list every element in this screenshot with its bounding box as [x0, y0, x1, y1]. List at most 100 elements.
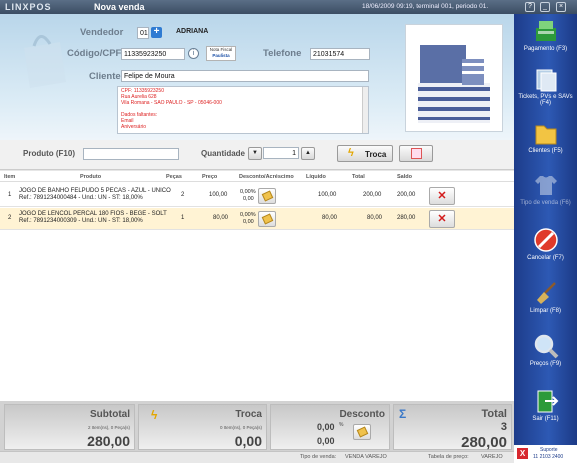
- info-icon[interactable]: i: [188, 48, 199, 59]
- tabela-preco-label: Tabela de preço:: [428, 454, 469, 460]
- vendedor-field[interactable]: 01: [137, 27, 149, 39]
- edit-discount-button[interactable]: [258, 211, 276, 227]
- desconto-pct: 0,00%: [240, 189, 256, 195]
- limpar-button[interactable]: Limpar (F8): [514, 280, 577, 314]
- pencil-icon: [261, 213, 274, 225]
- col-produto: Produto: [80, 174, 102, 180]
- pagamento-button[interactable]: Pagamento (F3): [514, 18, 577, 52]
- cancel-icon: [533, 228, 558, 252]
- preco-value: 80,00: [213, 215, 229, 221]
- subtotal-label: Subtotal: [90, 409, 130, 420]
- preco-value: 100,00: [209, 192, 228, 198]
- totals-panel: Subtotal 2 Item(ns), 0 Peça(s) 280,00 ϟ …: [0, 401, 514, 451]
- product-name: JOGO DE BANHO FELPUDO 5 PECAS - AZUL - U…: [19, 188, 171, 194]
- x-icon: ✕: [437, 190, 447, 202]
- product-photo: [405, 24, 503, 132]
- window-title: Nova venda: [94, 2, 145, 12]
- sidebar-item-label: Clientes (F5): [528, 148, 563, 154]
- bag-remove-icon: [411, 148, 422, 159]
- delete-item-button[interactable]: ✕: [429, 187, 455, 205]
- sidebar-item-label: Tipo de venda (F6): [520, 200, 571, 206]
- shirt-icon: [534, 176, 557, 195]
- sidebar-item-label: Sair (F11): [532, 416, 559, 422]
- troca-box: ϟ Troca 0 Item(ns), 0 Peça(s) 0,00: [138, 404, 267, 450]
- magnifier-icon: [534, 334, 558, 359]
- cpf-label: Código/CPF: [67, 48, 122, 59]
- sair-button[interactable]: Sair (F11): [514, 388, 577, 422]
- info-scrollbar[interactable]: [362, 87, 368, 133]
- help-icon[interactable]: ?: [525, 2, 535, 12]
- minimize-icon[interactable]: _: [540, 2, 550, 12]
- tipo-venda-button[interactable]: Tipo de venda (F6): [514, 172, 577, 206]
- increase-quantity-button[interactable]: ▲: [301, 147, 315, 160]
- col-item: Item: [4, 174, 16, 180]
- troca-button[interactable]: ϟ Troca: [337, 145, 393, 162]
- cpf-field[interactable]: 11335923250: [121, 48, 185, 60]
- delete-item-button[interactable]: ✕: [429, 210, 455, 228]
- precos-button[interactable]: Preços (F9): [514, 333, 577, 367]
- telefone-label: Telefone: [263, 48, 302, 59]
- towel-set-image: [418, 45, 490, 123]
- quantidade-field[interactable]: 1: [263, 147, 299, 159]
- support-box[interactable]: X Suporte 11 2103 2400: [514, 445, 577, 463]
- table-row[interactable]: 1 JOGO DE BANHO FELPUDO 5 PECAS - AZUL -…: [0, 185, 514, 207]
- produto-field[interactable]: [83, 148, 179, 160]
- function-sidebar: Pagamento (F3) Tickets, PVs e SAVs (F4) …: [514, 14, 577, 463]
- edit-discount-button[interactable]: [258, 188, 276, 204]
- remove-item-button[interactable]: [399, 145, 433, 162]
- close-icon[interactable]: ×: [556, 2, 566, 12]
- tipo-venda-value: VENDA VAREJO: [345, 454, 387, 460]
- clientes-button[interactable]: Clientes (F5): [514, 120, 577, 154]
- support-label: Suporte: [540, 447, 558, 453]
- sidebar-item-label: Limpar (F8): [529, 308, 561, 314]
- cliente-label: Cliente: [89, 71, 121, 82]
- telefone-field[interactable]: 21031574: [310, 48, 370, 60]
- lightning-icon: ϟ: [348, 147, 354, 159]
- troca-total-label: Troca: [235, 409, 262, 420]
- terminal-info: 18/06/2009 09:19, terminal 001, periodo …: [362, 3, 489, 10]
- x-icon: ✕: [437, 213, 447, 225]
- items-grid: Item Produto Peças Preço Desconto/Acrésc…: [0, 171, 514, 401]
- table-row[interactable]: 2 JOGO DE LENCOL PERCAL 180 FIOS - BEGE …: [0, 208, 514, 230]
- col-total: Total: [352, 174, 365, 180]
- total-count: 3: [500, 421, 507, 433]
- item-number: 2: [8, 215, 12, 221]
- title-bar: LINXPOS Nova venda 18/06/2009 09:19, ter…: [0, 0, 577, 14]
- vendedor-name: ADRIANA: [176, 28, 209, 35]
- app-logo: LINXPOS: [5, 2, 52, 12]
- total-value: 80,00: [367, 215, 383, 221]
- percent-sign: %: [339, 422, 344, 428]
- cancelar-button[interactable]: Cancelar (F7): [514, 227, 577, 261]
- desconto-pct: 0,00%: [240, 212, 256, 218]
- pecas-value: 2: [181, 192, 185, 198]
- tickets-button[interactable]: Tickets, PVs e SAVs (F4): [514, 66, 577, 106]
- nota-fiscal-paulista-logo: Nota Fiscal Paulista: [206, 46, 236, 61]
- sidebar-item-label: Tickets, PVs e SAVs (F4): [518, 94, 573, 106]
- sale-header: Vendedor 01 + ADRIANA Código/CPF 1133592…: [0, 14, 514, 140]
- product-entry-bar: Produto (F10) Quantidade ▼ 1 ▲ ϟ Troca: [0, 140, 514, 170]
- quantidade-label: Quantidade: [201, 149, 246, 158]
- col-preco: Preço: [202, 174, 218, 180]
- col-saldo: Saldo: [397, 174, 412, 180]
- tickets-icon: [536, 69, 556, 92]
- saldo-value: 280,00: [397, 215, 416, 221]
- cliente-field[interactable]: Felipe de Moura: [121, 70, 369, 82]
- pencil-icon: [356, 426, 369, 438]
- troca-value: 0,00: [234, 433, 262, 449]
- total-box: Σ Total 3 280,00: [393, 404, 512, 451]
- product-name: JOGO DE LENCOL PERCAL 180 FIOS - BEGE - …: [19, 211, 167, 217]
- desconto-value: 0,00: [243, 219, 254, 225]
- paulista-label: Paulista: [212, 53, 230, 58]
- shopping-bag-icon: [24, 35, 66, 88]
- status-bar: Tipo de venda: VENDA VAREJO Tabela de pr…: [0, 451, 514, 463]
- troca-detail: 0 Item(ns), 0 Peça(s): [219, 425, 262, 430]
- desconto-label: Desconto: [339, 409, 385, 420]
- tabela-preco-value: VAREJO: [481, 454, 503, 460]
- desconto-pct-value: 0,00: [317, 422, 335, 432]
- product-ref: Ref.: 7891234000484 - Und.: UN - ST: 18,…: [19, 195, 143, 201]
- grid-header: Item Produto Peças Preço Desconto/Acrésc…: [0, 171, 514, 182]
- decrease-quantity-button[interactable]: ▼: [248, 147, 262, 160]
- saldo-value: 200,00: [397, 192, 416, 198]
- edit-total-discount-button[interactable]: [353, 424, 371, 440]
- add-vendedor-button[interactable]: +: [151, 27, 162, 38]
